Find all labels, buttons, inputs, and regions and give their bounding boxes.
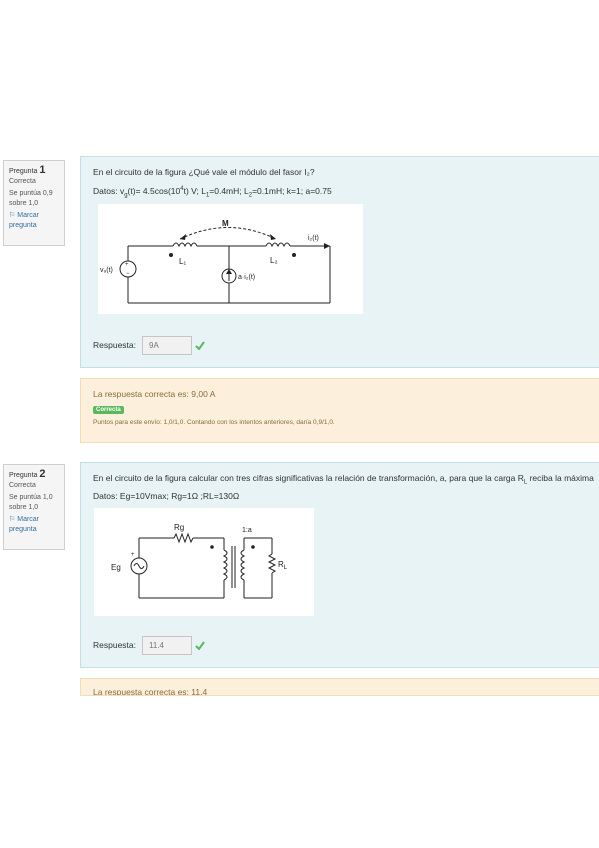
correct-badge: Correcta bbox=[93, 406, 124, 414]
current-label: i₂(t) bbox=[308, 235, 319, 242]
circuit-figure: + − M L₁ L₂ v₉(t) a·i₂(t) i₂(t) bbox=[98, 204, 363, 314]
answer-label: Respuesta: bbox=[93, 340, 136, 350]
dep-source-label: a·i₂(t) bbox=[238, 274, 255, 281]
circuit-figure: + Rg 1:a Eg RL bbox=[94, 508, 314, 616]
question-state: Correcta bbox=[9, 482, 36, 489]
ratio-label: 1:a bbox=[242, 527, 252, 534]
question-text: En el circuito de la figura calcular con… bbox=[93, 473, 594, 486]
answer-field[interactable]: 11.4 bbox=[142, 636, 192, 655]
flag-question-link[interactable]: ⚐ Marcar pregunta bbox=[9, 515, 59, 535]
feedback-box-2: La respuesta correcta es: 11,4 bbox=[80, 678, 599, 696]
check-icon bbox=[195, 641, 205, 650]
question-data: Datos: vg(t)= 4.5cos(104t) V; L1=0.4mH; … bbox=[93, 186, 332, 199]
circuit-diagram: + − M L₁ L₂ v₉(t) a·i₂(t) i₂(t) bbox=[100, 219, 331, 304]
question-grade: Se puntúa 1,0 sobre 1,0 bbox=[9, 494, 53, 511]
question-grade: Se puntúa 0,9 sobre 1,0 bbox=[9, 190, 53, 207]
svg-text:−: − bbox=[126, 271, 130, 277]
mutual-label: M bbox=[222, 219, 229, 228]
flag-icon: ⚐ bbox=[9, 516, 16, 523]
svg-text:+: + bbox=[131, 552, 135, 558]
rg-label: Rg bbox=[174, 523, 184, 532]
question-info-1: Pregunta 1 Correcta Se puntúa 0,9 sobre 1… bbox=[3, 160, 65, 246]
svg-text:+: + bbox=[125, 262, 129, 268]
question-text: En el circuito de la figura ¿Qué vale el… bbox=[93, 167, 315, 177]
answer-field[interactable]: 9A bbox=[142, 336, 192, 355]
correct-answer-text: La respuesta correcta es: 11,4 bbox=[93, 687, 208, 696]
question-data: Datos: Eg=10Vmax; Rg=1Ω ;RL=130Ω bbox=[93, 491, 240, 501]
source-label: v₉(t) bbox=[100, 267, 113, 274]
question-number: Pregunta 1 bbox=[9, 164, 46, 176]
correct-answer-text: La respuesta correcta es: 9,00 A bbox=[93, 389, 216, 399]
check-icon bbox=[195, 341, 205, 350]
eg-label: Eg bbox=[111, 563, 121, 572]
l1-label: L₁ bbox=[179, 257, 186, 266]
rl-label: RL bbox=[278, 560, 288, 571]
feedback-box-1: La respuesta correcta es: 9,00 A Correct… bbox=[80, 378, 599, 443]
grade-text: Puntos para este envío: 1,0/1,0. Contand… bbox=[93, 419, 335, 426]
question-number: Pregunta 2 bbox=[9, 468, 46, 480]
flag-icon: ⚐ bbox=[9, 212, 16, 219]
transformer-diagram: + Rg 1:a Eg RL bbox=[111, 523, 288, 599]
flag-question-link[interactable]: ⚐ Marcar pregunta bbox=[9, 211, 59, 231]
question-box-2: En el circuito de la figura calcular con… bbox=[80, 462, 599, 668]
question-state: Correcta bbox=[9, 178, 36, 185]
question-box-1: En el circuito de la figura ¿Qué vale el… bbox=[80, 156, 599, 368]
l2-label: L₂ bbox=[270, 256, 278, 265]
question-info-2: Pregunta 2 Correcta Se puntúa 1,0 sobre 1… bbox=[3, 464, 65, 550]
answer-label: Respuesta: bbox=[93, 640, 136, 650]
